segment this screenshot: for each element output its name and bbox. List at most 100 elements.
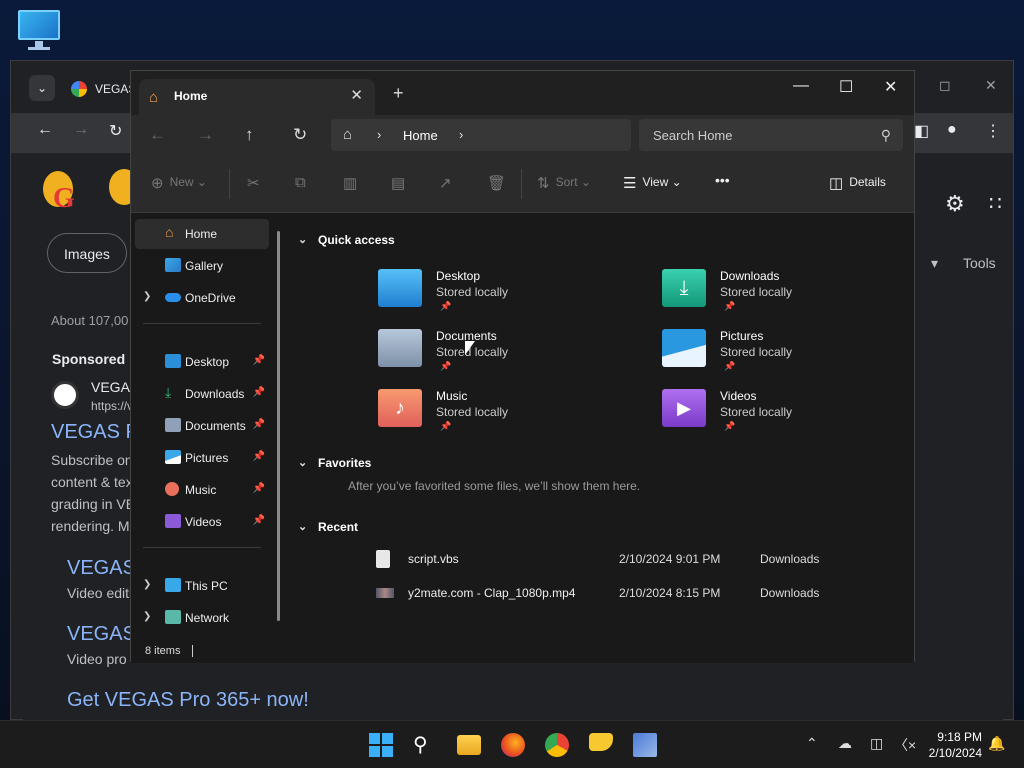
sidebar-item-downloads[interactable]: ⤓ Downloads 📌 — [135, 379, 269, 409]
clock[interactable]: 9:18 PM 2/10/2024 — [920, 729, 982, 761]
sidebar-item-this-pc[interactable]: ❯ This PC — [135, 571, 269, 601]
chevron-down-icon[interactable]: ⌄ — [298, 520, 307, 533]
music-icon — [165, 482, 179, 496]
sort-button[interactable]: ⇅ Sort ⌄ — [537, 174, 591, 192]
search-input[interactable]: Search Home ⚲ — [639, 119, 903, 151]
settings-icon[interactable]: ⚙ — [945, 191, 965, 217]
quick-access-videos[interactable]: ▶ Videos Stored locally 📌 — [662, 389, 862, 445]
pin-icon: 📌 — [252, 355, 265, 366]
filter-dropdown-icon[interactable]: ▾ — [931, 255, 938, 272]
new-button[interactable]: ⊕ New ⌄ — [151, 174, 207, 192]
notification-bell-icon[interactable]: 🔔 — [988, 735, 1005, 752]
display-tray-icon[interactable]: ◫ — [870, 735, 883, 752]
profile-icon[interactable]: ● — [947, 121, 957, 139]
search-placeholder: Search Home — [653, 128, 733, 143]
breadcrumb-home[interactable]: Home — [403, 128, 438, 143]
chevron-right-icon[interactable]: › — [459, 127, 463, 142]
minimize-button[interactable]: — — [793, 77, 809, 95]
recent-header[interactable]: ⌄ Recent — [298, 520, 358, 534]
favorites-header[interactable]: ⌄ Favorites — [298, 456, 371, 470]
chrome-icon[interactable] — [545, 733, 569, 757]
apps-grid-icon[interactable]: ∷ — [989, 191, 1002, 216]
back-arrow-icon[interactable]: ← — [149, 125, 166, 145]
copy-icon[interactable]: ⧉ — [295, 174, 312, 191]
close-button[interactable]: ✕ — [884, 77, 897, 97]
rename-icon[interactable]: ▤ — [391, 174, 411, 192]
quick-access-downloads[interactable]: ⤓ Downloads Stored locally 📌 — [662, 269, 862, 325]
refresh-icon[interactable]: ↻ — [293, 125, 307, 145]
start-icon[interactable] — [369, 733, 393, 757]
menu-icon[interactable]: ⋮ — [985, 121, 1001, 141]
reload-icon[interactable]: ↻ — [109, 121, 122, 141]
result-2-link[interactable]: VEGAS — [67, 623, 136, 646]
quick-access-pictures[interactable]: Pictures Stored locally 📌 — [662, 329, 862, 385]
quick-access-documents[interactable]: Documents Stored locally 📌 — [378, 329, 578, 385]
sidebar-item-documents[interactable]: Documents 📌 — [135, 411, 269, 441]
sidebar-item-videos[interactable]: Videos 📌 — [135, 507, 269, 537]
view-button[interactable]: ☰ View ⌄ — [623, 174, 682, 192]
close-tab-icon[interactable]: ✕ — [350, 86, 363, 104]
sidebar-item-music[interactable]: Music 📌 — [135, 475, 269, 505]
chevron-right-icon[interactable]: ❯ — [143, 291, 151, 302]
details-button[interactable]: ◫ Details — [829, 174, 886, 192]
quick-access-music[interactable]: ♪ Music Stored locally 📌 — [378, 389, 578, 445]
address-bar[interactable]: ⌂ › Home › — [331, 119, 631, 151]
forward-icon[interactable]: → — [73, 121, 89, 139]
chevron-right-icon: › — [377, 127, 382, 142]
delete-icon[interactable]: 🗑 — [487, 174, 512, 192]
recent-file-row[interactable]: script.vbs 2/10/2024 9:01 PM Downloads — [288, 546, 888, 572]
sidebar-item-home[interactable]: ⌂ Home — [135, 219, 269, 249]
desktop-folder-icon — [165, 354, 181, 368]
share-icon[interactable]: ↗ — [439, 174, 458, 192]
sidepanel-icon[interactable]: ◧ — [914, 121, 929, 141]
search-icon[interactable]: ⚲ — [413, 733, 437, 757]
this-pc-desktop-icon[interactable] — [16, 10, 62, 50]
new-tab-button[interactable]: + — [393, 83, 404, 104]
file-explorer-icon[interactable] — [457, 735, 481, 755]
paste-icon[interactable]: ▥ — [343, 174, 363, 192]
explorer-tab-home[interactable]: ⌂ Home ✕ — [139, 79, 375, 115]
sidebar-item-gallery[interactable]: Gallery — [135, 251, 269, 281]
result-1-link[interactable]: VEGAS — [67, 557, 136, 580]
maximize-button[interactable]: ☐ — [839, 77, 853, 97]
sidebar-item-desktop[interactable]: Desktop 📌 — [135, 347, 269, 377]
home-icon: ⌂ — [343, 126, 353, 143]
images-filter[interactable]: Images — [47, 233, 127, 273]
network-icon — [165, 610, 181, 624]
back-icon[interactable]: ← — [37, 121, 53, 139]
pin-icon: 📌 — [252, 483, 265, 494]
chrome-maximize-button[interactable]: ◻ — [939, 77, 951, 94]
onedrive-tray-icon[interactable]: ☁ — [838, 735, 852, 752]
sidebar-item-network[interactable]: ❯ Network — [135, 603, 269, 633]
tools-button[interactable]: Tools — [963, 255, 996, 271]
result-3-link[interactable]: Get VEGAS Pro 365+ now! — [67, 689, 309, 712]
quick-access-header[interactable]: ⌄ Quick access — [298, 233, 395, 247]
firefox-icon[interactable] — [501, 733, 525, 757]
chevron-right-icon[interactable]: ❯ — [143, 611, 151, 622]
installer-icon[interactable] — [633, 733, 657, 757]
tab-search-button[interactable]: ⌄ — [29, 75, 55, 101]
documents-folder-icon — [378, 329, 422, 367]
documents-icon — [165, 418, 181, 432]
chevron-right-icon[interactable]: ❯ — [143, 579, 151, 590]
sidebar-scrollbar[interactable] — [277, 231, 280, 621]
results-count: About 107,00 — [51, 313, 129, 328]
notes-icon[interactable] — [589, 733, 613, 751]
cut-icon[interactable]: ✂ — [247, 174, 266, 192]
sidebar-item-pictures[interactable]: Pictures 📌 — [135, 443, 269, 473]
up-arrow-icon[interactable]: ↑ — [245, 125, 254, 145]
volume-muted-icon[interactable]: 〈× — [894, 735, 916, 755]
ad-title-link[interactable]: VEGAS P — [51, 421, 139, 444]
pin-icon: 📌 — [252, 419, 265, 430]
forward-arrow-icon[interactable]: → — [197, 125, 214, 145]
chrome-close-button[interactable]: ✕ — [985, 77, 997, 94]
chevron-down-icon[interactable]: ⌄ — [298, 456, 307, 469]
more-options-button[interactable]: ••• — [715, 172, 730, 188]
clock-time: 9:18 PM — [937, 730, 982, 744]
quick-access-desktop[interactable]: Desktop Stored locally 📌 — [378, 269, 578, 325]
recent-file-row[interactable]: y2mate.com - Clap_1080p.mp4 2/10/2024 8:… — [288, 580, 888, 606]
chevron-down-icon[interactable]: ⌄ — [298, 233, 307, 246]
chevron-up-icon[interactable]: ⌃ — [806, 735, 818, 752]
sponsored-label: Sponsored — [52, 351, 126, 367]
sidebar-item-onedrive[interactable]: ❯ OneDrive — [135, 283, 269, 313]
